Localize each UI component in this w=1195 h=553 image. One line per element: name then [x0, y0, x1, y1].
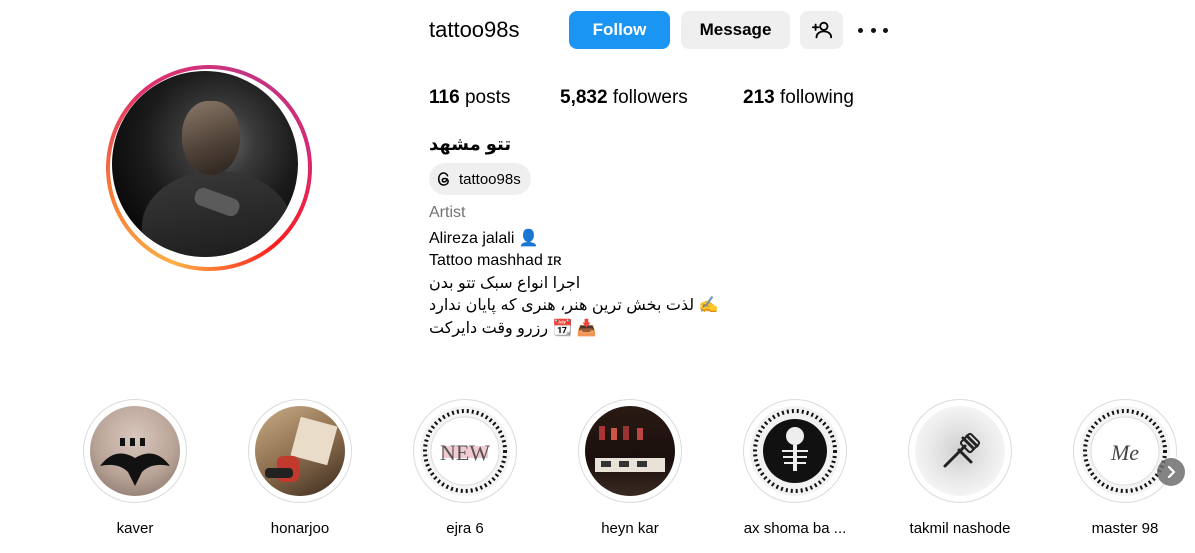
highlight-cover-text: Me [1110, 440, 1139, 465]
highlight-item[interactable]: ax shoma ba ... [741, 399, 849, 537]
avatar[interactable] [112, 71, 298, 257]
message-button[interactable]: Message [681, 11, 790, 49]
more-options-button[interactable] [858, 18, 888, 42]
highlight-label: takmil nashode [909, 520, 1011, 537]
new-badge-image: NEW [423, 409, 507, 493]
following-stat[interactable]: 213 following [743, 86, 854, 110]
profile-avatar-story-ring[interactable] [106, 65, 312, 271]
highlight-image [255, 406, 345, 496]
highlight-item[interactable]: honarjoo [246, 399, 354, 537]
highlight-cover [578, 399, 682, 503]
highlight-item[interactable]: Me master 98 [1071, 399, 1179, 537]
posts-label: posts [464, 87, 511, 108]
chevron-right-icon [1167, 466, 1176, 478]
posts-count: 116 [429, 87, 460, 108]
profile-full-name: تتو مشهد [429, 134, 512, 154]
follow-button[interactable]: Follow [569, 11, 670, 49]
bio-line: اجرا انواع سبک تتو بدن [429, 275, 581, 292]
highlight-cover: NEW [413, 399, 517, 503]
threads-handle: tattoo98s [459, 170, 521, 188]
highlight-image [915, 406, 1005, 496]
sketch-and-machine-image [265, 416, 338, 482]
more-dot [870, 27, 876, 33]
highlight-image: Me [1080, 406, 1170, 496]
raven-tattoo-image [100, 438, 170, 486]
highlight-label: master 98 [1091, 520, 1159, 537]
add-person-icon [811, 21, 832, 39]
highlight-image [750, 406, 840, 496]
followers-stat[interactable]: 5,832 followers [560, 86, 688, 110]
profile-category: Artist [429, 204, 466, 221]
studio-table-image [595, 426, 665, 472]
highlight-item[interactable]: takmil nashode [906, 399, 1014, 537]
highlight-cover [743, 399, 847, 503]
highlights-next-button[interactable] [1157, 458, 1185, 486]
followers-label: followers [612, 87, 688, 108]
highlight-item[interactable]: heyn kar [576, 399, 684, 537]
more-dot [858, 27, 863, 33]
highlight-label: honarjoo [270, 520, 330, 537]
skeleton-image [753, 409, 837, 493]
highlight-image [585, 406, 675, 496]
following-count: 213 [743, 87, 775, 108]
highlight-item[interactable]: kaver [81, 399, 189, 537]
more-dot [883, 27, 888, 33]
highlight-label: heyn kar [601, 520, 659, 537]
highlight-item[interactable]: NEW ejra 6 [411, 399, 519, 537]
avatar-figure-head [182, 101, 240, 175]
bio-line: Tattoo mashhad ɪʀ [429, 252, 562, 269]
highlight-image [90, 406, 180, 496]
posts-stat: 116 posts [429, 86, 510, 110]
highlight-cover-text: NEW [440, 440, 490, 465]
suggest-accounts-button[interactable] [800, 11, 843, 49]
highlight-cover: Me [1073, 399, 1177, 503]
bio-line: Alireza jalali 👤 [429, 230, 539, 247]
highlight-label: kaver [116, 520, 154, 537]
highlight-cover [908, 399, 1012, 503]
highlight-cover [248, 399, 352, 503]
profile-username: tattoo98s [429, 17, 520, 42]
highlight-cover [83, 399, 187, 503]
highlight-image: NEW [420, 406, 510, 496]
avatar-figure-body [142, 171, 292, 257]
threads-icon [437, 172, 449, 186]
bio-line: ✍️ لذت بخش ترین هنر، هنری که پایان ندارد [429, 297, 719, 314]
bio-line: 📥 📆 رزرو وقت دایرکت [429, 320, 597, 337]
highlight-label: ax shoma ba ... [743, 520, 847, 537]
following-label: following [779, 87, 854, 108]
highlight-label: ejra 6 [446, 520, 484, 537]
threads-link[interactable]: tattoo98s [429, 163, 531, 195]
followers-count: 5,832 [560, 87, 608, 108]
tattoo-machine-icon [943, 432, 981, 468]
me-badge-image: Me [1083, 409, 1167, 493]
